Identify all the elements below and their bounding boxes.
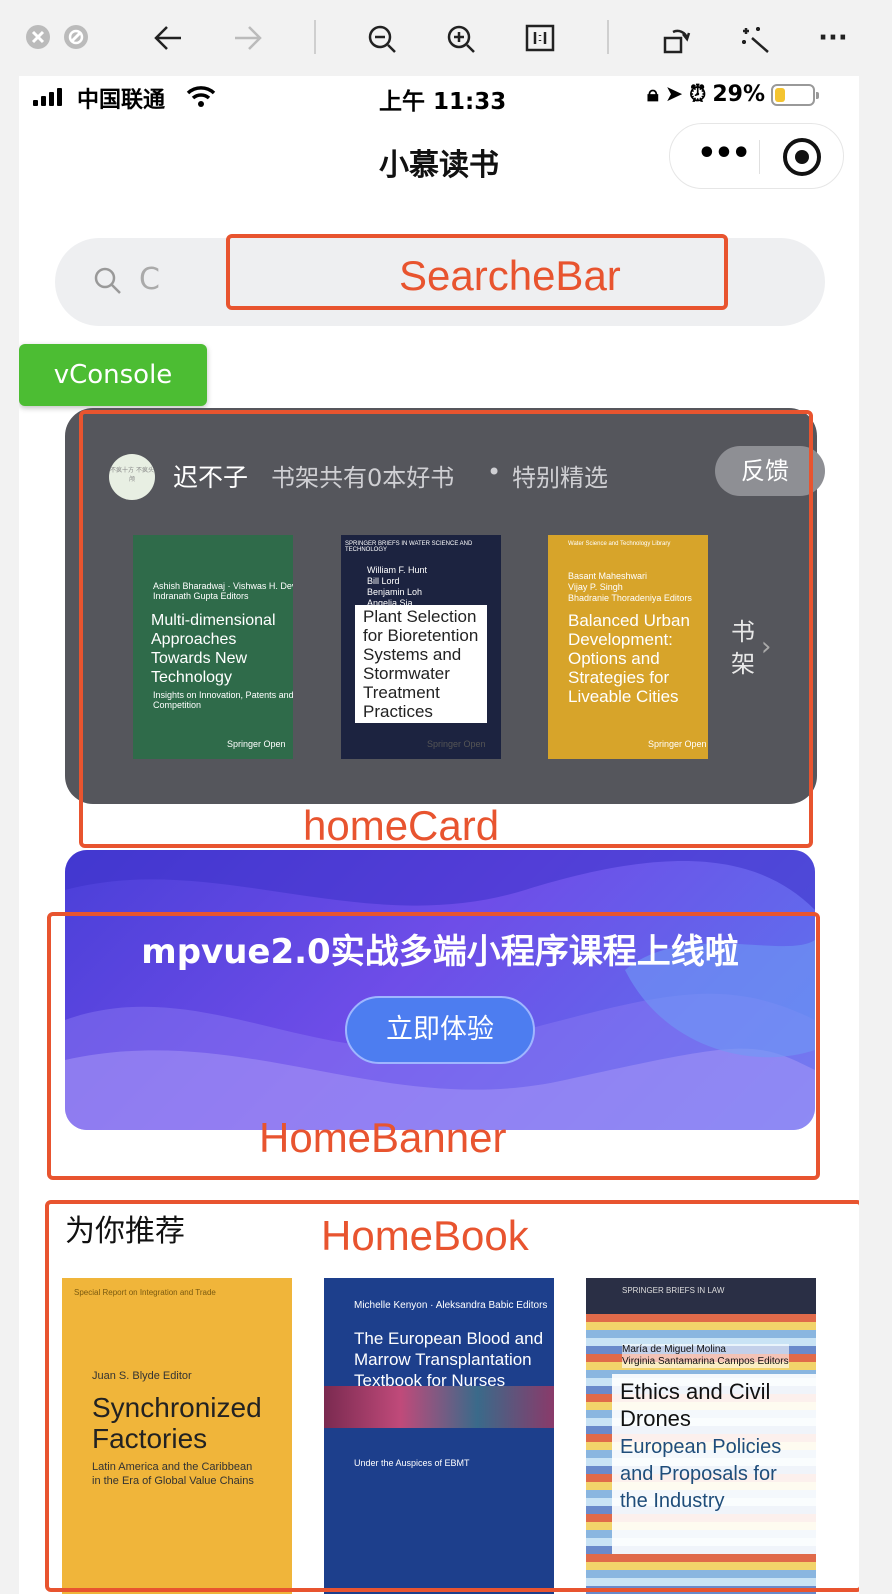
capsule-close-icon[interactable] [783, 138, 821, 176]
status-bar: 中国联通 上午 11:33 🔒︎ ➤ ⏰︎ 29% [19, 76, 859, 118]
navbar: 小慕读书 ••• [19, 118, 859, 198]
magic-wand-icon[interactable] [737, 20, 773, 56]
capsule-divider [759, 140, 760, 174]
location-icon: ➤ [664, 82, 684, 107]
battery-percent: 29% [712, 82, 765, 107]
zoom-out-icon[interactable] [364, 20, 400, 56]
carrier-name: 中国联通 [77, 88, 166, 113]
toolbar-divider [607, 20, 609, 54]
battery-icon [771, 83, 819, 106]
homebanner-annotation-label: HomeBanner [259, 1114, 507, 1161]
close-circle-icon[interactable] [20, 20, 56, 56]
alarm-icon: ⏰︎ [689, 82, 707, 107]
rotate-icon[interactable] [658, 20, 694, 56]
forward-arrow-icon[interactable] [230, 20, 266, 56]
battery-fill [775, 87, 786, 102]
vconsole-button[interactable]: vConsole [19, 344, 207, 406]
back-arrow-icon[interactable] [150, 20, 186, 56]
phone-screen: 中国联通 上午 11:33 🔒︎ ➤ ⏰︎ 29% 小慕读书 ••• C vCo… [19, 76, 859, 1594]
toolbar-divider [314, 20, 316, 54]
signal-icon [33, 88, 62, 106]
more-icon[interactable]: ··· [815, 20, 851, 56]
wifi-icon [186, 84, 216, 112]
searchbar-annotation-label: SearcheBar [399, 252, 621, 299]
menu-capsule: ••• [669, 123, 844, 189]
actual-size-icon[interactable] [522, 20, 558, 56]
devtools-toolbar: ··· [0, 0, 892, 76]
capsule-more-icon[interactable]: ••• [696, 139, 751, 169]
status-time: 上午 11:33 [379, 89, 507, 115]
homecard-annotation-label: homeCard [303, 802, 500, 849]
search-icon [94, 267, 121, 294]
orientation-lock-icon: 🔒︎ [647, 82, 659, 107]
zoom-in-icon[interactable] [443, 20, 479, 56]
stop-circle-icon[interactable] [58, 20, 94, 56]
search-placeholder: C [139, 262, 160, 297]
homecard-annotation-box [79, 410, 813, 848]
status-right: 🔒︎ ➤ ⏰︎ 29% [647, 82, 819, 107]
homebook-annotation-label: HomeBook [321, 1212, 529, 1259]
